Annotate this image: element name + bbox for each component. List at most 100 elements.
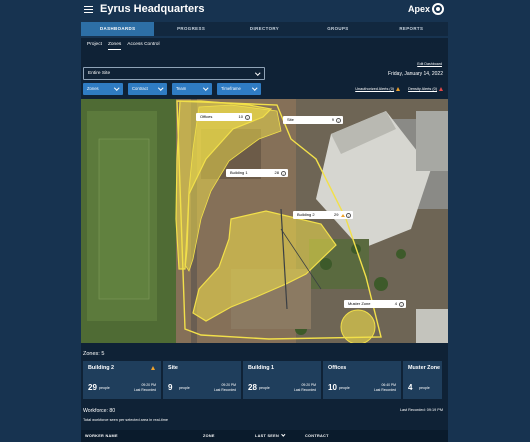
main-nav: DASHBOARDS PROGRESS DIRECTORY GROUPS REP… bbox=[81, 22, 448, 36]
menu-icon[interactable] bbox=[84, 6, 93, 14]
warning-icon bbox=[151, 366, 155, 370]
col-contract[interactable]: CONTRACT bbox=[305, 430, 329, 442]
zone-card-name: Site bbox=[168, 365, 178, 371]
timeframe-filter[interactable]: Timeframe bbox=[217, 83, 261, 95]
zone-card-count: 10 bbox=[328, 383, 337, 392]
team-filter[interactable]: Team bbox=[172, 83, 212, 95]
chevron-down-icon bbox=[157, 85, 163, 91]
site-map[interactable]: Offices 10 i Site 9 i Building 1 28 i Bu… bbox=[81, 99, 448, 343]
zone-card-unit: people bbox=[259, 386, 270, 390]
alert-icon bbox=[439, 87, 443, 91]
site-select[interactable]: Entire Site bbox=[83, 67, 265, 80]
logo-text: Apex bbox=[407, 4, 430, 14]
col-last-seen: LAST SEEN bbox=[255, 434, 280, 438]
zone-tag-name: Muster Zone bbox=[348, 301, 371, 306]
zone-tag-name: Building 2 bbox=[297, 212, 315, 217]
zone-card-count: 4 bbox=[408, 383, 413, 392]
zone-tag-offices[interactable]: Offices 10 i bbox=[196, 113, 252, 121]
zone-tag-count: 28 bbox=[274, 170, 279, 175]
dashboard-panel: Edit Dashboard Entire Site Friday, Janua… bbox=[81, 52, 448, 442]
zones-count-title: Zones: 5 bbox=[83, 351, 105, 357]
subtab-zones[interactable]: Zones bbox=[107, 38, 127, 52]
zone-card-time: 09:20 PM bbox=[301, 383, 316, 387]
zone-tag-count: 29 bbox=[334, 212, 339, 217]
zone-card-count: 29 bbox=[88, 383, 97, 392]
zones-filter-label: Zones bbox=[87, 86, 99, 91]
tab-groups[interactable]: GROUPS bbox=[301, 22, 374, 36]
tab-directory[interactable]: DIRECTORY bbox=[228, 22, 301, 36]
zone-card-unit: people bbox=[99, 386, 110, 390]
team-filter-label: Team bbox=[176, 86, 187, 91]
apex-logo: Apex bbox=[408, 3, 444, 15]
zone-card-count: 9 bbox=[168, 383, 173, 392]
zone-tag-name: Site bbox=[287, 117, 294, 122]
zone-card-site[interactable]: Site 9 people 09:20 PM Last Recorded bbox=[163, 361, 241, 399]
site-select-value: Entire Site bbox=[88, 71, 111, 76]
logo-icon bbox=[432, 3, 444, 15]
unauthorized-alerts-link[interactable]: Unauthorized Alerts (0) bbox=[355, 87, 401, 91]
tab-reports[interactable]: REPORTS bbox=[375, 22, 448, 36]
zone-card-time: 09:20 PM bbox=[221, 383, 236, 387]
zone-tag-building-2[interactable]: Building 2 29 i bbox=[293, 211, 353, 219]
info-icon: i bbox=[336, 117, 341, 123]
zone-tag-site[interactable]: Site 9 i bbox=[283, 116, 343, 124]
sub-nav: Project Zones Access Control bbox=[81, 38, 448, 52]
chevron-down-icon bbox=[251, 85, 257, 91]
density-alerts-link[interactable]: Density Alerts (0) bbox=[408, 87, 443, 91]
workforce-table-header: WORKER NAME ZONE LAST SEEN CONTRACT bbox=[81, 430, 448, 442]
zone-card-name: Building 1 bbox=[248, 365, 275, 371]
workforce-title: Workforce: 80 bbox=[83, 408, 116, 414]
alert-links: Unauthorized Alerts (0) Density Alerts (… bbox=[355, 87, 443, 91]
zone-card-time: 09:20 PM bbox=[141, 383, 156, 387]
zone-tag-muster-zone[interactable]: Muster Zone 4 i bbox=[344, 300, 406, 308]
subtab-access-control[interactable]: Access Control bbox=[127, 38, 165, 52]
zone-card-offices[interactable]: Offices 10 people 06:40 PM Last Recorded bbox=[323, 361, 401, 399]
edit-dashboard-link[interactable]: Edit Dashboard bbox=[417, 62, 442, 66]
info-icon: i bbox=[281, 170, 286, 176]
warning-icon bbox=[396, 87, 401, 91]
zone-card-time: 06:40 PM bbox=[381, 383, 396, 387]
chevron-down-icon bbox=[202, 85, 208, 91]
zone-card-building-1[interactable]: Building 1 28 people 09:20 PM Last Recor… bbox=[243, 361, 321, 399]
subtab-project[interactable]: Project bbox=[87, 38, 108, 52]
info-icon: i bbox=[346, 212, 351, 218]
info-icon: i bbox=[399, 301, 404, 307]
zone-card-sub: Last Recorded bbox=[213, 388, 236, 392]
zone-card-name: Offices bbox=[328, 365, 347, 371]
timeframe-filter-label: Timeframe bbox=[221, 86, 241, 91]
zone-tag-count: 10 bbox=[238, 114, 243, 119]
current-date: Friday, January 14, 2022 bbox=[388, 71, 443, 77]
zone-card-name: Muster Zone bbox=[408, 365, 441, 371]
contract-filter[interactable]: Contract bbox=[128, 83, 167, 95]
col-zone[interactable]: ZONE bbox=[203, 430, 215, 442]
workforce-last-recorded: Last Recorded: 09:19 PM bbox=[399, 408, 443, 412]
zone-card-sub: Last Recorded bbox=[293, 388, 316, 392]
zone-tag-count: 4 bbox=[394, 301, 397, 306]
col-worker-name[interactable]: WORKER NAME bbox=[85, 430, 118, 442]
zone-card-unit: people bbox=[339, 386, 350, 390]
zone-card-name: Building 2 bbox=[88, 365, 115, 371]
zone-tag-building-1[interactable]: Building 1 28 i bbox=[226, 169, 288, 177]
app-title: Eyrus Headquarters bbox=[100, 3, 205, 15]
tab-progress[interactable]: PROGRESS bbox=[154, 22, 227, 36]
zone-tag-name: Offices bbox=[200, 114, 213, 119]
col-last-seen-header[interactable]: LAST SEEN bbox=[255, 430, 286, 442]
chevron-down-icon bbox=[254, 69, 260, 75]
zone-card-sub: Last Recorded bbox=[133, 388, 156, 392]
zones-filter[interactable]: Zones bbox=[83, 83, 123, 95]
zone-card-building-2[interactable]: Building 2 29 people 09:20 PM Last Recor… bbox=[83, 361, 161, 399]
tab-dashboards[interactable]: DASHBOARDS bbox=[81, 22, 155, 36]
warning-icon bbox=[340, 213, 345, 217]
zone-card-sub: Last Recorded bbox=[373, 388, 396, 392]
unauthorized-alerts-label: Unauthorized Alerts (0) bbox=[355, 87, 395, 91]
zone-card-unit: people bbox=[179, 386, 190, 390]
chevron-down-icon bbox=[113, 85, 119, 91]
zone-tag-name: Building 1 bbox=[230, 170, 248, 175]
top-bar: Eyrus Headquarters Apex bbox=[0, 0, 530, 20]
zone-card-muster-zone[interactable]: Muster Zone 4 people bbox=[403, 361, 442, 399]
filter-bar: Zones Contract Team Timeframe bbox=[83, 83, 261, 95]
workforce-subtitle: Total workforce seen per selected area i… bbox=[83, 418, 169, 422]
sort-down-icon bbox=[281, 432, 286, 437]
zone-cards: Building 2 29 people 09:20 PM Last Recor… bbox=[83, 361, 442, 399]
contract-filter-label: Contract bbox=[132, 86, 148, 91]
